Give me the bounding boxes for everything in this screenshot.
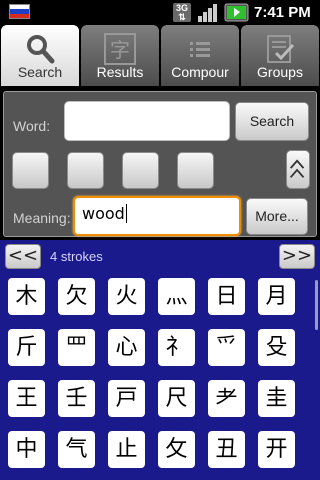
radical-cell[interactable]: 开 bbox=[258, 431, 295, 468]
radical-cell[interactable]: 月 bbox=[258, 278, 295, 315]
radical-cell[interactable]: 耂 bbox=[208, 380, 245, 417]
radical-cell[interactable]: 心 bbox=[108, 329, 145, 366]
next-strokes-button[interactable]: >> bbox=[279, 244, 315, 269]
radical-cell[interactable]: 中 bbox=[8, 431, 45, 468]
radical-slot-4[interactable] bbox=[177, 152, 214, 189]
checklist-icon bbox=[267, 35, 295, 63]
radical-slot-2[interactable] bbox=[67, 152, 104, 189]
network-3g-icon: 3G ⇅ bbox=[173, 3, 191, 22]
radical-cell[interactable]: 斤 bbox=[8, 329, 45, 366]
tab-search[interactable]: Search bbox=[1, 25, 79, 86]
text-caret bbox=[126, 204, 127, 223]
double-chevron-up-icon bbox=[289, 159, 305, 178]
radical-cell[interactable]: 木 bbox=[8, 278, 45, 315]
search-panel-inner: Word: Search Meaning: wood More... bbox=[3, 91, 317, 237]
kanji-icon: 字 bbox=[104, 33, 136, 65]
word-input[interactable] bbox=[64, 101, 230, 141]
radical-grid: 木欠火灬日月斤罒心礻爫殳王壬戸尺耂圭中气止攵丑开 bbox=[0, 274, 320, 480]
radical-cell[interactable]: 火 bbox=[108, 278, 145, 315]
radical-slot-3[interactable] bbox=[122, 152, 159, 189]
signal-icon bbox=[198, 4, 217, 22]
tab-results[interactable]: 字 Results bbox=[81, 25, 159, 86]
radical-cell[interactable]: 殳 bbox=[258, 329, 295, 366]
svg-text:字: 字 bbox=[110, 38, 130, 62]
meaning-input[interactable]: wood bbox=[73, 196, 241, 236]
word-label: Word: bbox=[13, 118, 51, 134]
meaning-value: wood bbox=[82, 204, 125, 223]
search-button[interactable]: Search bbox=[235, 102, 309, 141]
radical-cell[interactable]: 欠 bbox=[58, 278, 95, 315]
expand-up-button[interactable] bbox=[286, 150, 310, 189]
tab-search-label: Search bbox=[17, 64, 63, 80]
radical-cell[interactable]: 爫 bbox=[208, 329, 245, 366]
radical-cell[interactable]: 礻 bbox=[158, 329, 195, 366]
tab-bar: Search 字 Results Compour Groups bbox=[0, 25, 320, 86]
russian-flag-icon bbox=[9, 4, 30, 19]
radical-slot-1[interactable] bbox=[12, 152, 49, 189]
strokes-count-label: 4 strokes bbox=[50, 249, 103, 264]
strokes-bar: << 4 strokes >> bbox=[0, 240, 320, 274]
radical-cell[interactable]: 王 bbox=[8, 380, 45, 417]
search-panel: Word: Search Meaning: wood More... bbox=[0, 86, 320, 240]
radical-cell[interactable]: 止 bbox=[108, 431, 145, 468]
grid-scrollbar[interactable] bbox=[315, 280, 318, 330]
battery-icon bbox=[224, 3, 249, 22]
tab-groups[interactable]: Groups bbox=[241, 25, 319, 86]
network-label: 3G bbox=[175, 3, 188, 13]
radical-cell[interactable]: 攵 bbox=[158, 431, 195, 468]
radical-cell[interactable]: 灬 bbox=[158, 278, 195, 315]
tab-compounds-label: Compour bbox=[171, 64, 229, 80]
radical-cell[interactable]: 圭 bbox=[258, 380, 295, 417]
meaning-label: Meaning: bbox=[13, 210, 71, 226]
radical-cell[interactable]: 罒 bbox=[58, 329, 95, 366]
more-button[interactable]: More... bbox=[246, 198, 308, 235]
tab-results-label: Results bbox=[96, 64, 144, 80]
radical-cell[interactable]: 戸 bbox=[108, 380, 145, 417]
tab-groups-label: Groups bbox=[257, 64, 303, 80]
list-icon bbox=[190, 42, 210, 57]
tab-compounds[interactable]: Compour bbox=[161, 25, 239, 86]
radical-cell[interactable]: 气 bbox=[58, 431, 95, 468]
magnifier-icon bbox=[27, 35, 55, 64]
radical-cell[interactable]: 丑 bbox=[208, 431, 245, 468]
radical-cell[interactable]: 日 bbox=[208, 278, 245, 315]
status-bar: 3G ⇅ 7:41 PM bbox=[0, 0, 320, 25]
radical-cell[interactable]: 壬 bbox=[58, 380, 95, 417]
radical-cell[interactable]: 尺 bbox=[158, 380, 195, 417]
prev-strokes-button[interactable]: << bbox=[5, 244, 41, 269]
clock-time: 7:41 PM bbox=[254, 4, 311, 21]
